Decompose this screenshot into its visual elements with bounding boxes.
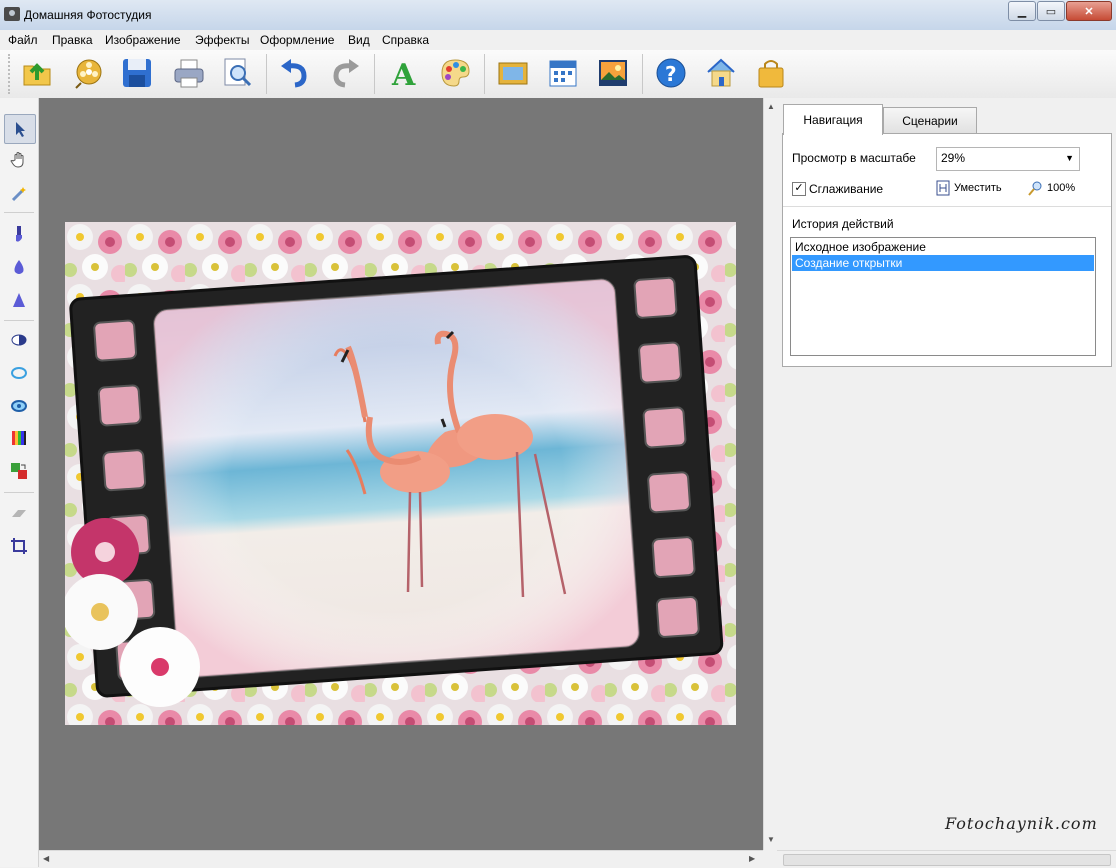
menu-design[interactable]: Оформление (260, 33, 334, 47)
undo-icon[interactable] (278, 56, 312, 90)
replace-color-icon[interactable] (4, 457, 34, 485)
palette-icon[interactable] (438, 56, 472, 90)
main-toolbar: A ? (0, 50, 1116, 99)
watermark: Fotochaynik.com (945, 814, 1098, 833)
toolbar-separator (484, 54, 485, 94)
menu-help[interactable]: Справка (382, 33, 429, 47)
zoom-select[interactable]: 29% ▼ (936, 147, 1080, 171)
svg-text:A: A (391, 58, 416, 90)
eraser-icon[interactable] (4, 500, 34, 528)
toolbar-separator (266, 54, 267, 94)
menu-edit[interactable]: Правка (52, 33, 93, 47)
calendar-icon[interactable] (546, 56, 580, 90)
redo-icon[interactable] (328, 56, 362, 90)
preview-icon[interactable] (220, 56, 254, 90)
tab-scenarios[interactable]: Сценарии (883, 107, 977, 133)
bag-icon[interactable] (754, 56, 788, 90)
smoothing-checkbox[interactable]: ✓ (792, 182, 806, 196)
fit-button[interactable]: Уместить (936, 180, 1002, 196)
help-icon[interactable]: ? (654, 56, 688, 90)
eye-icon[interactable] (4, 392, 34, 420)
scroll-up-icon[interactable]: ▲ (767, 102, 775, 111)
ring-icon[interactable] (4, 359, 34, 387)
navigation-tab-panel: Просмотр в масштабе 29% ▼ ✓ Сглаживание … (782, 133, 1112, 367)
drop-icon[interactable] (4, 253, 34, 281)
crop-icon[interactable] (4, 532, 34, 560)
window-title: Домашняя Фотостудия (24, 8, 152, 22)
fit-icon (936, 180, 950, 196)
contrast-icon[interactable] (4, 326, 34, 354)
history-item-selected[interactable]: Создание открытки (792, 255, 1094, 271)
collage-icon[interactable] (596, 56, 630, 90)
actual-size-label: 100% (1047, 182, 1076, 194)
brush-icon[interactable] (4, 220, 34, 248)
minimize-button[interactable]: ▁ (1008, 1, 1036, 21)
scroll-right-icon[interactable]: ▶ (749, 854, 755, 863)
scrollbar-thumb[interactable] (783, 854, 1111, 866)
toolbar-separator (642, 54, 643, 94)
history-label: История действий (792, 217, 894, 231)
menu-effects[interactable]: Эффекты (195, 33, 250, 47)
menu-image[interactable]: Изображение (105, 33, 181, 47)
frame-icon[interactable] (496, 56, 530, 90)
save-icon[interactable] (120, 56, 154, 90)
print-icon[interactable] (172, 56, 206, 90)
smoothing-label: Сглаживание (809, 182, 884, 196)
open-icon[interactable] (20, 56, 54, 90)
magnifier-icon (1028, 181, 1042, 196)
tab-navigation[interactable]: Навигация (783, 104, 883, 135)
color-balance-icon[interactable] (4, 424, 34, 452)
scroll-down-icon[interactable]: ▼ (767, 835, 775, 844)
scroll-left-icon[interactable]: ◀ (43, 854, 49, 863)
maximize-button[interactable]: ▭ (1037, 1, 1065, 21)
text-icon[interactable]: A (388, 56, 422, 93)
menu-view[interactable]: Вид (348, 33, 370, 47)
zoom-value: 29% (941, 151, 966, 165)
pointer-tool-icon[interactable] (4, 114, 36, 144)
sharpen-icon[interactable] (4, 286, 34, 314)
tool-separator (4, 212, 34, 213)
panel-horizontal-scrollbar[interactable] (777, 850, 1116, 868)
panel-divider (783, 206, 1111, 207)
menu-file[interactable]: Файл (8, 33, 38, 47)
toolbar-separator (374, 54, 375, 94)
actual-size-button[interactable]: 100% (1027, 180, 1075, 196)
hand-tool-icon[interactable] (4, 146, 34, 174)
chevron-down-icon[interactable]: ▼ (1065, 153, 1074, 163)
home-icon[interactable] (704, 56, 738, 90)
postcard-photo[interactable] (65, 222, 736, 725)
film-reel-icon[interactable] (72, 56, 106, 90)
fit-label: Уместить (954, 182, 1002, 194)
svg-text:?: ? (665, 62, 677, 86)
close-button[interactable]: ✕ (1066, 1, 1112, 21)
tool-separator (4, 320, 34, 321)
app-camera-icon (4, 7, 20, 21)
canvas-vertical-scrollbar[interactable]: ▲ ▼ (763, 98, 778, 850)
title-bar: Домашняя Фотостудия ▁ ▭ ✕ (0, 0, 1116, 31)
history-item[interactable]: Исходное изображение (792, 239, 1094, 255)
history-list[interactable]: Исходное изображение Создание открытки (790, 237, 1096, 356)
tool-palette (0, 98, 39, 867)
menu-bar: Файл Правка Изображение Эффекты Оформлен… (0, 30, 1116, 50)
zoom-label: Просмотр в масштабе (792, 151, 916, 165)
canvas-horizontal-scrollbar[interactable]: ◀ ▶ (39, 850, 763, 868)
tool-separator (4, 492, 34, 493)
side-panel: Навигация Сценарии Просмотр в масштабе 2… (777, 98, 1116, 850)
magic-wand-icon[interactable] (4, 180, 34, 208)
toolbar-grip (8, 54, 14, 94)
